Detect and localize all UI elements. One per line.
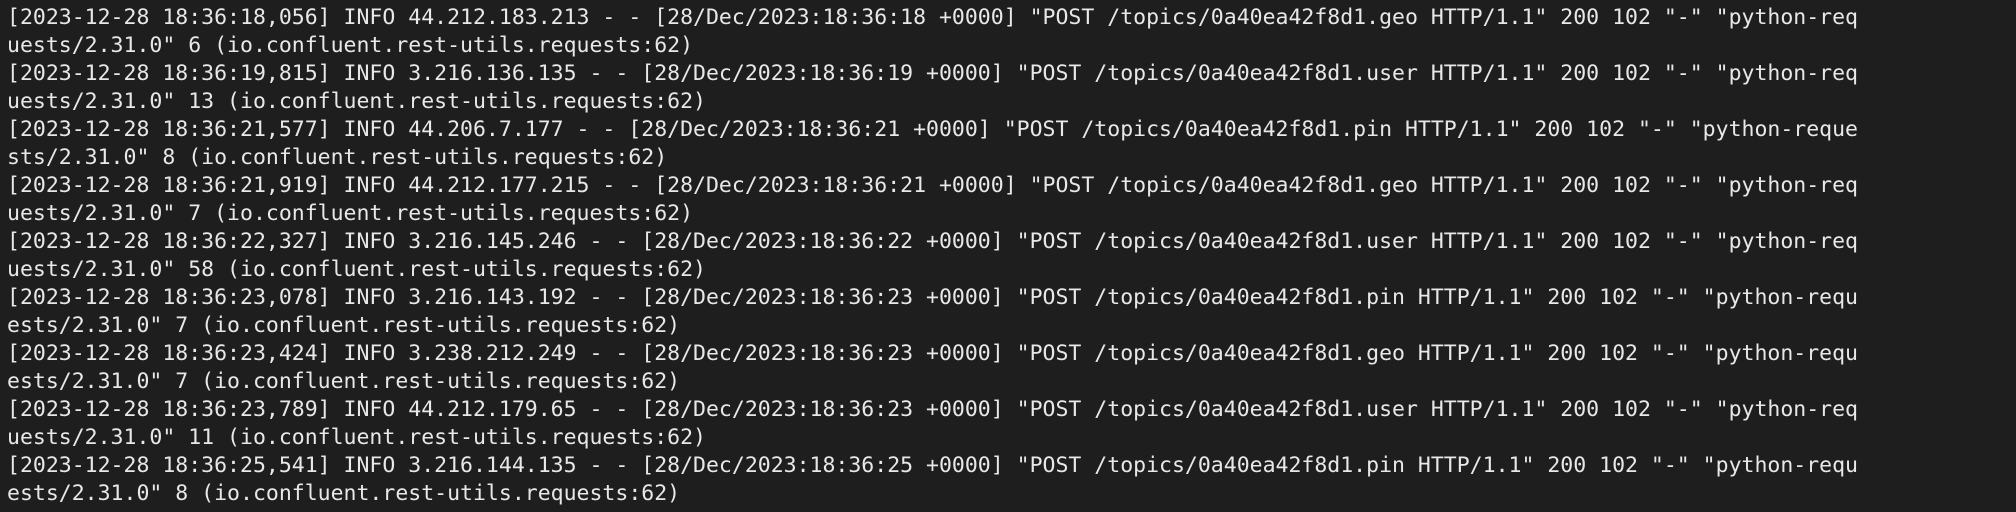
log-line: ests/2.31.0" 8 (io.confluent.rest-utils.… — [7, 481, 681, 506]
log-output[interactable]: [2023-12-28 18:36:18,056] INFO 44.212.18… — [7, 4, 2010, 508]
log-line: uests/2.31.0" 11 (io.confluent.rest-util… — [7, 425, 706, 450]
log-line: [2023-12-28 18:36:23,424] INFO 3.238.212… — [7, 341, 1859, 366]
log-line: sts/2.31.0" 8 (io.confluent.rest-utils.r… — [7, 145, 668, 170]
log-line: ests/2.31.0" 7 (io.confluent.rest-utils.… — [7, 369, 681, 394]
log-line: uests/2.31.0" 13 (io.confluent.rest-util… — [7, 89, 706, 114]
log-line: ests/2.31.0" 7 (io.confluent.rest-utils.… — [7, 313, 681, 338]
log-line: uests/2.31.0" 7 (io.confluent.rest-utils… — [7, 201, 694, 226]
log-line: [2023-12-28 18:36:18,056] INFO 44.212.18… — [7, 5, 1859, 30]
log-line: [2023-12-28 18:36:25,541] INFO 3.216.144… — [7, 453, 1859, 478]
log-line: [2023-12-28 18:36:22,327] INFO 3.216.145… — [7, 229, 1859, 254]
log-line: [2023-12-28 18:36:23,078] INFO 3.216.143… — [7, 285, 1859, 310]
terminal-window[interactable]: [2023-12-28 18:36:18,056] INFO 44.212.18… — [0, 0, 2016, 512]
log-line: [2023-12-28 18:36:23,789] INFO 44.212.17… — [7, 397, 1859, 422]
log-line: [2023-12-28 18:36:21,919] INFO 44.212.17… — [7, 173, 1859, 198]
log-line: uests/2.31.0" 6 (io.confluent.rest-utils… — [7, 33, 694, 58]
log-line: uests/2.31.0" 58 (io.confluent.rest-util… — [7, 257, 706, 282]
log-line: [2023-12-28 18:36:19,815] INFO 3.216.136… — [7, 61, 1859, 86]
log-line: [2023-12-28 18:36:21,577] INFO 44.206.7.… — [7, 117, 1859, 142]
